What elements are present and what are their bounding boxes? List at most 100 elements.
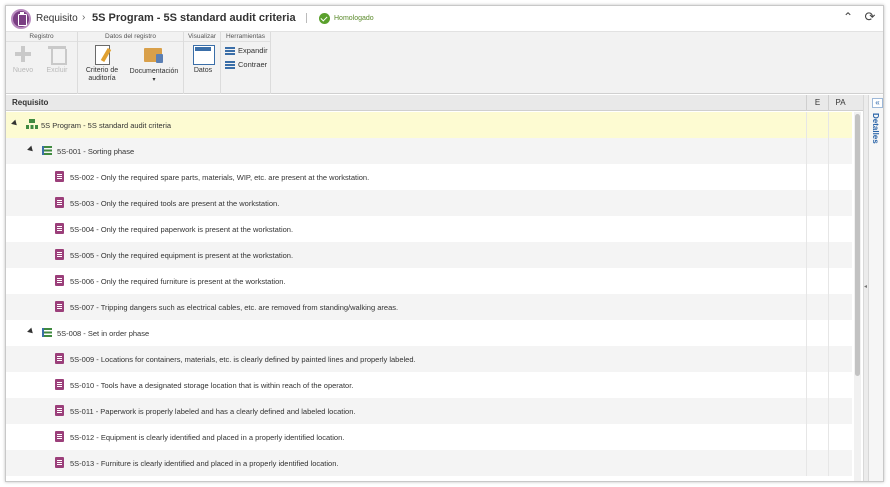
requirement-icon xyxy=(55,197,64,208)
cell-pa xyxy=(828,138,852,164)
header-divider xyxy=(306,13,307,23)
group-label-visualizar: Visualizar xyxy=(184,32,220,42)
row-label: 5S-005 - Only the required equipment is … xyxy=(70,251,294,260)
documentation-button[interactable]: Documentación ▾ xyxy=(126,44,182,85)
tree-row-requirement[interactable]: 5S-002 - Only the required spare parts, … xyxy=(6,164,852,190)
cell-e xyxy=(806,190,828,216)
tree-row-root[interactable]: 5S Program - 5S standard audit criteria xyxy=(6,112,852,138)
tree-row-requirement[interactable]: 5S-007 - Tripping dangers such as electr… xyxy=(6,294,852,320)
column-header-e[interactable]: E xyxy=(806,95,828,111)
cell-e xyxy=(806,320,828,346)
approved-status-icon xyxy=(319,13,330,24)
cell-pa xyxy=(828,242,852,268)
column-header-requisito[interactable]: Requisito xyxy=(12,98,48,107)
row-label: 5S-004 - Only the required paperwork is … xyxy=(70,225,294,234)
row-label: 5S-003 - Only the required tools are pre… xyxy=(70,199,280,208)
new-button-label: Nuevo xyxy=(12,67,34,74)
expand-button[interactable]: Expandir xyxy=(225,46,268,56)
tree-row-group[interactable]: 5S-001 - Sorting phase xyxy=(6,138,852,164)
expand-details-button[interactable]: « xyxy=(872,98,883,108)
audit-criteria-button[interactable]: Criterio de auditoría xyxy=(80,44,124,83)
cell-pa xyxy=(828,346,852,372)
chevron-right-icon: › xyxy=(82,12,86,23)
folder-attachment-icon xyxy=(143,44,165,64)
cell-e xyxy=(806,242,828,268)
requirement-group-icon xyxy=(42,328,52,337)
requirement-icon xyxy=(55,301,64,312)
vertical-scrollbar[interactable] xyxy=(854,112,861,481)
collapse-tree-icon xyxy=(225,61,235,70)
tree-row-requirement[interactable]: 5S-006 - Only the required furniture is … xyxy=(6,268,852,294)
tree-row-requirement[interactable]: 5S-013 - Furniture is clearly identified… xyxy=(6,450,852,476)
group-label-registro: Registro xyxy=(6,32,77,42)
cell-e xyxy=(806,164,828,190)
requirement-icon xyxy=(55,457,64,468)
cell-e xyxy=(806,294,828,320)
delete-button-label: Excluir xyxy=(46,67,68,74)
breadcrumb-module[interactable]: Requisito xyxy=(36,13,78,24)
expand-label: Expandir xyxy=(238,46,268,55)
requirement-icon xyxy=(55,171,64,182)
cell-pa xyxy=(828,450,852,476)
row-label: 5S-013 - Furniture is clearly identified… xyxy=(70,459,339,468)
plus-icon xyxy=(12,44,34,64)
requirement-icon xyxy=(55,405,64,416)
tree-row-group[interactable]: 5S-008 - Set in order phase xyxy=(6,320,852,346)
audit-checklist-icon xyxy=(91,44,113,65)
cell-e xyxy=(806,138,828,164)
cell-pa xyxy=(828,164,852,190)
requirements-tree-grid: 5S Program - 5S standard audit criteria 5… xyxy=(6,112,852,481)
requirement-icon xyxy=(55,431,64,442)
cell-pa xyxy=(828,398,852,424)
row-label: 5S-012 - Equipment is clearly identified… xyxy=(70,433,345,442)
details-tab[interactable]: Detalles xyxy=(871,113,880,144)
requirement-icon xyxy=(55,223,64,234)
tree-row-requirement[interactable]: 5S-010 - Tools have a designated storage… xyxy=(6,372,852,398)
details-side-panel: « Detalles xyxy=(868,95,883,481)
chevron-left-icon[interactable]: ◂ xyxy=(864,283,867,290)
row-label: 5S-006 - Only the required furniture is … xyxy=(70,277,286,286)
cell-pa xyxy=(828,190,852,216)
requirement-app-icon xyxy=(11,9,31,29)
new-button[interactable]: Nuevo xyxy=(10,44,36,74)
cell-pa xyxy=(828,320,852,346)
requirement-icon xyxy=(55,353,64,364)
requirement-icon xyxy=(55,249,64,260)
row-label: 5S-007 - Tripping dangers such as electr… xyxy=(70,303,399,312)
scroll-thumb[interactable] xyxy=(855,114,860,376)
cell-e xyxy=(806,268,828,294)
grid-header: Requisito E PA xyxy=(6,95,864,111)
collapse-label: Contraer xyxy=(238,60,268,69)
cell-pa xyxy=(828,112,852,138)
refresh-button[interactable]: ⟳ xyxy=(863,10,877,24)
collapse-header-button[interactable]: ⌃ xyxy=(841,10,855,24)
expand-collapse-icon[interactable] xyxy=(11,119,19,128)
tree-row-requirement[interactable]: 5S-004 - Only the required paperwork is … xyxy=(6,216,852,242)
tree-row-requirement[interactable]: 5S-012 - Equipment is clearly identified… xyxy=(6,424,852,450)
cell-pa xyxy=(828,294,852,320)
data-button[interactable]: Datos xyxy=(188,44,218,74)
page-title: 5S Program - 5S standard audit criteria xyxy=(92,12,296,24)
tree-row-requirement[interactable]: 5S-009 - Locations for containers, mater… xyxy=(6,346,852,372)
expand-collapse-icon[interactable] xyxy=(27,145,35,154)
cell-e xyxy=(806,424,828,450)
cell-e xyxy=(806,112,828,138)
header-bar: Requisito › 5S Program - 5S standard aud… xyxy=(6,6,883,32)
toolbar: Registro Nuevo Excluir Datos del registr… xyxy=(6,32,883,94)
requirement-icon xyxy=(55,275,64,286)
tree-row-requirement[interactable]: 5S-003 - Only the required tools are pre… xyxy=(6,190,852,216)
trash-icon xyxy=(46,44,68,65)
row-label: 5S-002 - Only the required spare parts, … xyxy=(70,173,370,182)
tree-row-requirement[interactable]: 5S-011 - Paperwork is properly labeled a… xyxy=(6,398,852,424)
tree-row-requirement[interactable]: 5S-005 - Only the required equipment is … xyxy=(6,242,852,268)
row-label: 5S-008 - Set in order phase xyxy=(57,329,150,338)
expand-collapse-icon[interactable] xyxy=(27,327,35,336)
collapse-button[interactable]: Contraer xyxy=(225,60,268,70)
group-label-herramientas: Herramientas xyxy=(221,32,270,42)
requirement-group-icon xyxy=(42,146,52,155)
cell-e xyxy=(806,216,828,242)
delete-button[interactable]: Excluir xyxy=(42,44,72,74)
cell-e xyxy=(806,346,828,372)
column-header-pa[interactable]: PA xyxy=(828,95,852,111)
hierarchy-icon xyxy=(26,119,38,130)
